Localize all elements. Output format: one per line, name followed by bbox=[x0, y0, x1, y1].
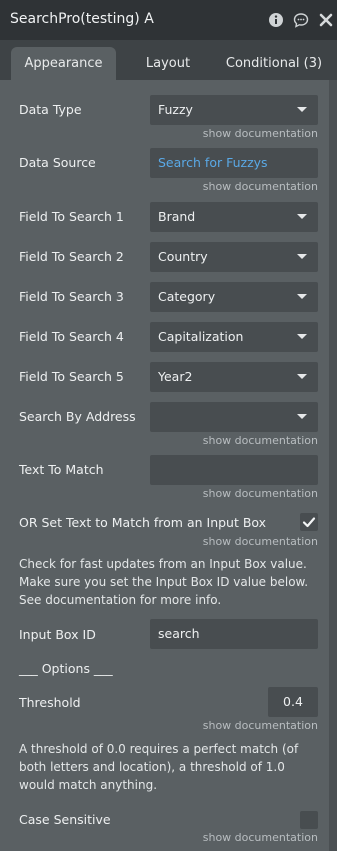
threshold-label: Threshold bbox=[19, 695, 81, 710]
chevron-down-icon bbox=[297, 107, 307, 112]
data-type-label: Data Type bbox=[19, 102, 82, 117]
or-set-text-label: OR Set Text to Match from an Input Box bbox=[19, 515, 267, 530]
text-to-match-label: Text To Match bbox=[19, 462, 104, 477]
field-to-search-2-dropdown[interactable]: Country bbox=[150, 242, 318, 272]
field-to-search-3-value: Category bbox=[158, 289, 216, 304]
scrollbar[interactable] bbox=[329, 80, 337, 851]
options-header: ___ Options ___ bbox=[19, 661, 113, 676]
chevron-down-icon bbox=[297, 214, 307, 219]
comment-icon[interactable] bbox=[293, 12, 309, 28]
field-to-search-4-dropdown[interactable]: Capitalization bbox=[150, 322, 318, 352]
text-to-match-doc-link[interactable]: show documentation bbox=[203, 487, 318, 500]
input-box-id-label: Input Box ID bbox=[19, 627, 96, 642]
field-to-search-1-label: Field To Search 1 bbox=[19, 209, 124, 224]
tab-bar: Appearance Layout Conditional (3) bbox=[0, 40, 337, 80]
threshold-help-text: A threshold of 0.0 requires a perfect ma… bbox=[19, 742, 299, 792]
case-sensitive-label: Case Sensitive bbox=[19, 812, 111, 827]
data-type-value: Fuzzy bbox=[158, 102, 193, 117]
input-box-id-field[interactable]: search bbox=[150, 619, 318, 649]
tab-layout[interactable]: Layout bbox=[128, 47, 208, 80]
field-to-search-2-value: Country bbox=[158, 249, 208, 264]
input-box-help-text: Check for fast updates from an Input Box… bbox=[19, 557, 309, 607]
title-bar: SearchPro(testing) A bbox=[0, 0, 337, 40]
data-source-field[interactable]: Search for Fuzzys bbox=[150, 148, 318, 178]
data-type-doc-link[interactable]: show documentation bbox=[203, 127, 318, 140]
tab-appearance[interactable]: Appearance bbox=[11, 47, 116, 80]
field-to-search-4-label: Field To Search 4 bbox=[19, 329, 124, 344]
panel-title: SearchPro(testing) A bbox=[10, 11, 154, 27]
check-icon bbox=[302, 517, 316, 528]
threshold-input[interactable]: 0.4 bbox=[268, 687, 318, 717]
chevron-down-icon bbox=[297, 374, 307, 379]
search-by-address-doc-link[interactable]: show documentation bbox=[203, 434, 318, 447]
field-to-search-5-label: Field To Search 5 bbox=[19, 369, 124, 384]
field-to-search-3-dropdown[interactable]: Category bbox=[150, 282, 318, 312]
field-to-search-3-label: Field To Search 3 bbox=[19, 289, 124, 304]
field-to-search-2-label: Field To Search 2 bbox=[19, 249, 124, 264]
or-set-text-checkbox[interactable] bbox=[300, 513, 318, 531]
case-sensitive-doc-link[interactable]: show documentation bbox=[203, 831, 318, 844]
chevron-down-icon bbox=[297, 294, 307, 299]
chevron-down-icon bbox=[297, 254, 307, 259]
search-by-address-label: Search By Address bbox=[19, 409, 136, 424]
field-to-search-1-value: Brand bbox=[158, 209, 196, 224]
field-to-search-5-dropdown[interactable]: Year2 bbox=[150, 362, 318, 392]
field-to-search-4-value: Capitalization bbox=[158, 329, 244, 344]
chevron-down-icon bbox=[297, 334, 307, 339]
or-set-text-doc-link[interactable]: show documentation bbox=[203, 535, 318, 548]
tab-conditional[interactable]: Conditional (3) bbox=[222, 47, 326, 80]
chevron-down-icon bbox=[297, 414, 307, 419]
field-to-search-5-value: Year2 bbox=[158, 369, 193, 384]
threshold-doc-link[interactable]: show documentation bbox=[203, 719, 318, 732]
search-by-address-dropdown[interactable] bbox=[150, 402, 318, 432]
data-type-dropdown[interactable]: Fuzzy bbox=[150, 95, 318, 125]
close-icon[interactable] bbox=[318, 12, 334, 28]
data-source-doc-link[interactable]: show documentation bbox=[203, 180, 318, 193]
text-to-match-field[interactable] bbox=[150, 455, 318, 485]
field-to-search-1-dropdown[interactable]: Brand bbox=[150, 202, 318, 232]
info-icon[interactable] bbox=[268, 12, 284, 28]
case-sensitive-checkbox[interactable] bbox=[300, 811, 318, 829]
data-source-label: Data Source bbox=[19, 155, 96, 170]
